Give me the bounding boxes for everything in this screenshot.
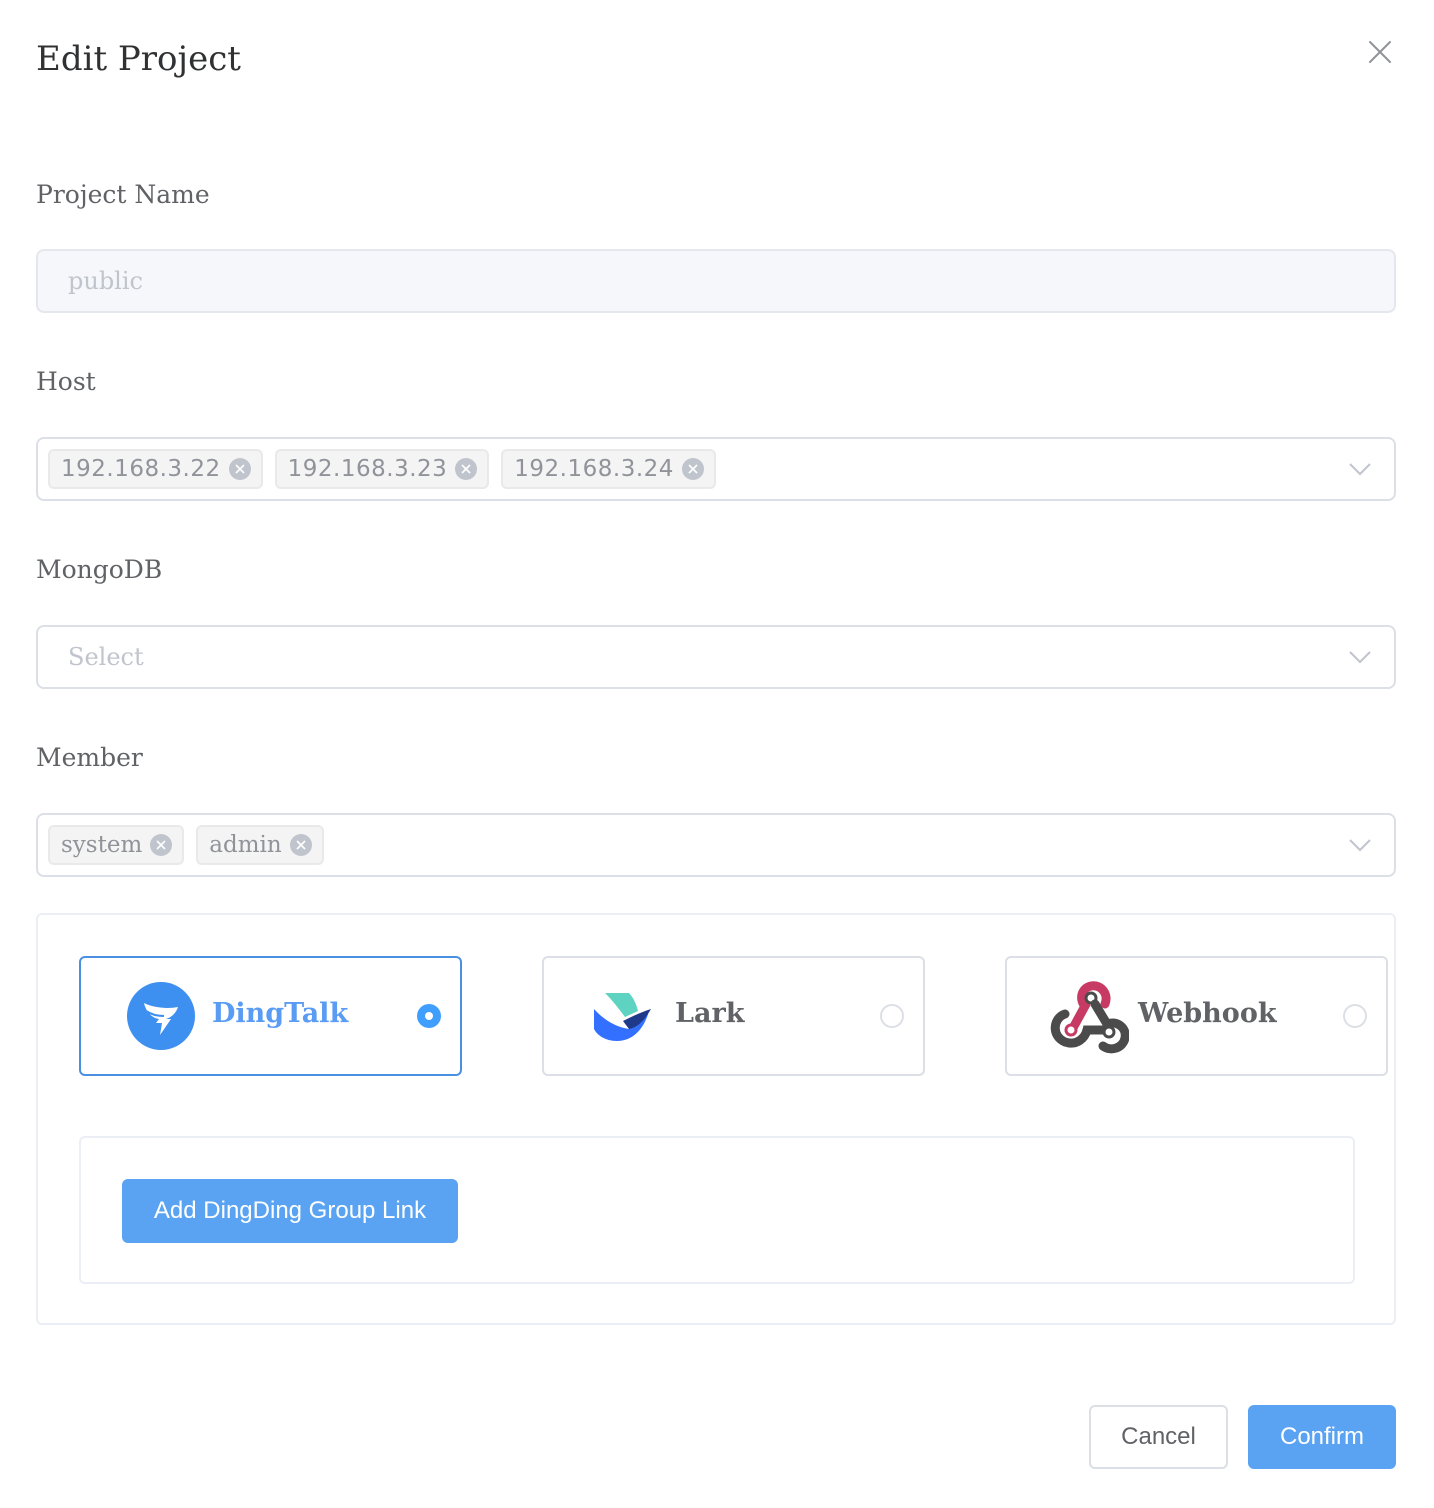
member-tag: system [48,825,185,865]
channel-card-dingtalk[interactable]: DingTalk [79,956,462,1076]
tag-remove-icon[interactable] [681,458,704,480]
channel-card-lark[interactable]: Lark [542,956,925,1076]
host-tag: 192.168.3.22 [48,449,263,489]
host-tag-label: 192.168.3.23 [287,456,448,482]
channel-radio-webhook[interactable] [1343,1004,1367,1028]
host-label: Host [36,367,96,396]
confirm-button[interactable]: Confirm [1248,1405,1396,1469]
dingtalk-links-box: Add DingDing Group Link [79,1136,1355,1284]
close-icon [1369,41,1391,63]
dingtalk-logo-icon [127,982,195,1050]
member-tag-label: system [61,832,143,858]
lark-logo-icon [594,993,651,1041]
chevron-down-icon[interactable] [1348,457,1372,481]
host-tag: 192.168.3.23 [274,449,490,489]
cancel-button[interactable]: Cancel [1089,1405,1228,1469]
close-button[interactable] [1362,34,1398,70]
edit-project-dialog: Edit Project Project Name Host 192.168.3… [0,0,1434,1508]
channel-name-webhook: Webhook [1138,998,1277,1029]
chevron-down-icon[interactable] [1348,833,1372,857]
host-tag: 192.168.3.24 [501,449,716,489]
chevron-down-icon[interactable] [1348,645,1372,669]
member-tags: system admin [38,815,324,875]
channel-radio-dingtalk[interactable] [417,1004,441,1028]
project-name-field [36,249,1396,313]
tag-remove-icon[interactable] [455,458,478,480]
channel-radio-lark[interactable] [880,1004,904,1028]
member-tag-label: admin [209,832,282,858]
host-tags: 192.168.3.22 192.168.3.23 192.168.3.24 [38,439,716,499]
webhook-logo-icon [1050,981,1129,1054]
project-name-label: Project Name [36,180,210,209]
channel-name-lark: Lark [675,998,745,1029]
member-select[interactable]: system admin [36,813,1396,877]
project-name-input [38,251,1394,311]
channel-card-webhook[interactable]: Webhook [1005,956,1388,1076]
mongodb-select[interactable]: Select [36,625,1396,689]
tag-remove-icon[interactable] [289,834,312,856]
tag-remove-icon[interactable] [150,834,173,856]
channel-name-dingtalk: DingTalk [212,998,349,1029]
host-tag-label: 192.168.3.24 [514,456,674,482]
tag-remove-icon[interactable] [228,458,251,480]
notify-channel-panel: DingTalk Lark Webhook Add DingDing Group… [36,913,1396,1325]
dialog-title: Edit Project [36,39,241,79]
host-select[interactable]: 192.168.3.22 192.168.3.23 192.168.3.24 [36,437,1396,501]
mongodb-placeholder: Select [68,643,144,671]
host-tag-label: 192.168.3.22 [61,456,221,482]
member-label: Member [36,743,143,772]
add-dingding-group-link-button[interactable]: Add DingDing Group Link [122,1179,458,1243]
member-tag: admin [196,825,324,865]
mongodb-label: MongoDB [36,555,163,584]
